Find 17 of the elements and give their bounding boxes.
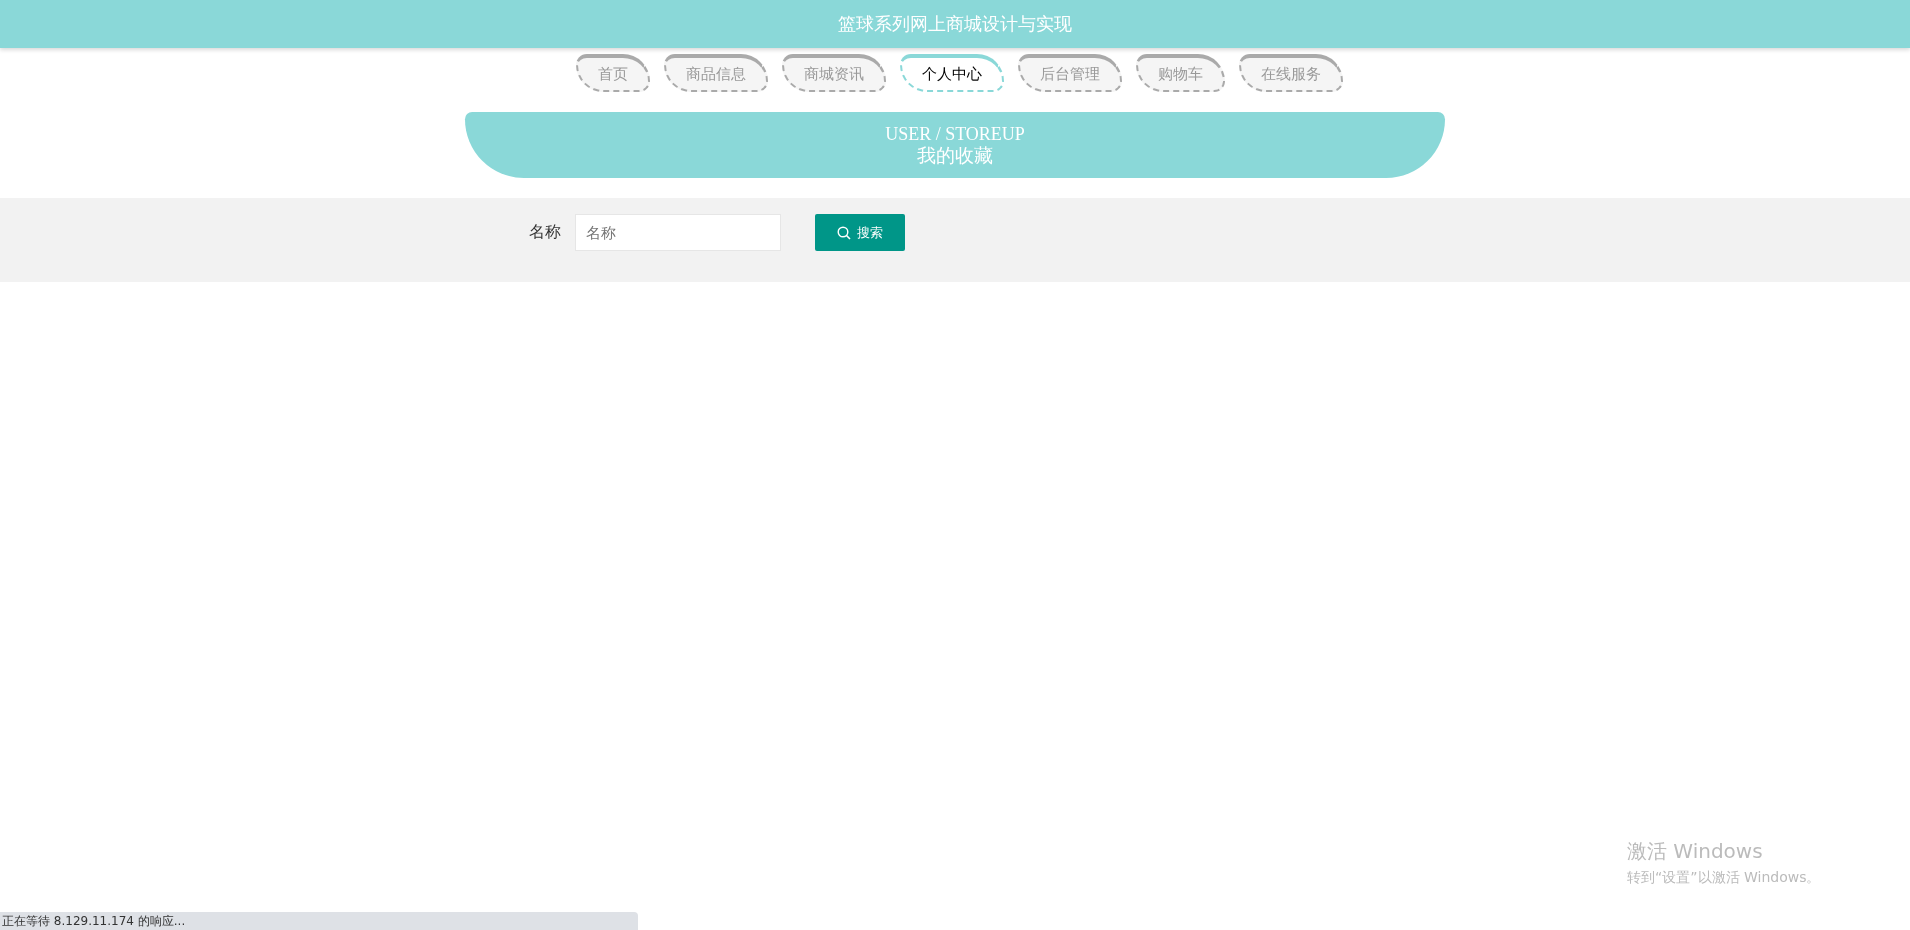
name-input-field[interactable]: 名称: [575, 214, 781, 251]
nav-tab[interactable]: 购物车: [1135, 54, 1225, 92]
activation-title: 激活 Windows: [1627, 838, 1764, 865]
banner-title: 我的收藏: [917, 145, 993, 167]
search-button[interactable]: 搜索: [815, 214, 905, 251]
nav-tab[interactable]: 后台管理: [1017, 54, 1122, 92]
site-title: 篮球系列网上商城设计与实现: [838, 12, 1072, 36]
nav-tab[interactable]: 商品信息: [663, 54, 768, 92]
nav-tab[interactable]: 首页: [575, 54, 650, 92]
nav-tab[interactable]: 商城资讯: [781, 54, 886, 92]
nav-tab[interactable]: 个人中心: [899, 54, 1004, 92]
nav-tab[interactable]: 在线服务: [1238, 54, 1343, 92]
status-text: 正在等待 8.129.11.174 的响应...: [2, 912, 186, 930]
activation-text: 转到“设置”以激活 Windows。: [1627, 869, 1821, 887]
search-icon: [837, 225, 851, 240]
banner-subtitle: USER / STOREUP: [885, 123, 1025, 145]
search-label: 名称: [529, 222, 561, 243]
